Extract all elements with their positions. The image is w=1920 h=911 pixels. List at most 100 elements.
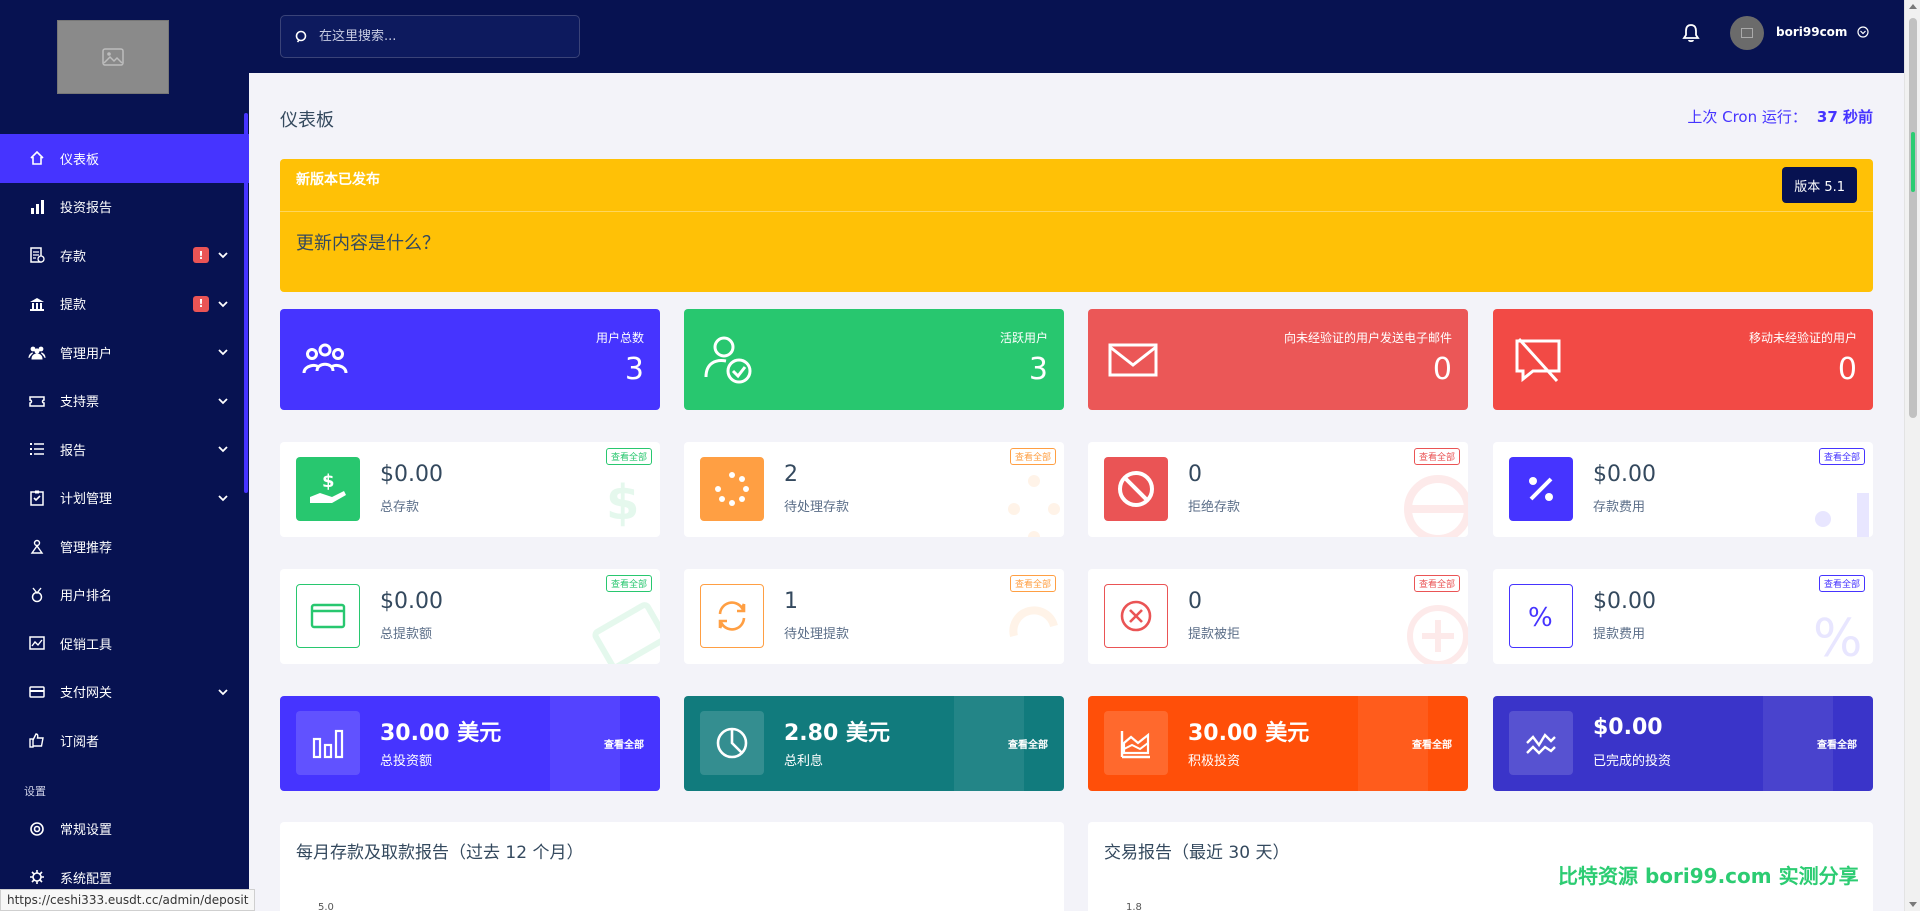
stat-label: 移动未经验证的用户	[1748, 331, 1857, 345]
chevron-down-icon	[218, 349, 228, 356]
sidebar-item-general-settings[interactable]: 常规设置	[0, 805, 249, 854]
image-icon	[1741, 28, 1753, 38]
sidebar-item-promotion-tools[interactable]: 促销工具	[0, 619, 249, 668]
view-all-link[interactable]: 查看全部	[1008, 736, 1048, 751]
sidebar-item-subscribers[interactable]: 订阅者	[0, 716, 249, 765]
percent-icon	[1509, 457, 1573, 521]
widget-value: $0.00	[380, 462, 443, 487]
username[interactable]: bori99com	[1776, 25, 1847, 39]
sidebar-item-referrals[interactable]: 管理推荐	[0, 522, 249, 571]
view-all-link[interactable]: 查看全部	[1818, 575, 1865, 592]
search-box[interactable]	[280, 15, 580, 58]
sidebar-item-investment-report[interactable]: 投资报告	[0, 183, 249, 232]
sidebar-item-manage-users[interactable]: 管理用户	[0, 328, 249, 377]
stat-value: 0	[1432, 352, 1452, 387]
view-all-link[interactable]: 查看全部	[1817, 736, 1857, 751]
stat-label: 向未经验证的用户发送电子邮件	[1283, 331, 1452, 345]
deposit-icon	[28, 246, 46, 264]
gear-icon	[28, 868, 46, 886]
stat-card-total-users[interactable]: 用户总数 3	[280, 309, 660, 410]
stat-card-email-unverified[interactable]: 向未经验证的用户发送电子邮件 0	[1088, 309, 1468, 410]
sidebar-item-support-tickets[interactable]: 支持票	[0, 377, 249, 426]
widget-pending-withdraw: 1 待处理提款 查看全部	[684, 569, 1064, 664]
view-all-link[interactable]: 查看全部	[1413, 448, 1460, 465]
widget-value: 2	[784, 462, 798, 487]
view-all-link[interactable]: 查看全部	[1009, 448, 1056, 465]
banner-divider	[280, 211, 1873, 212]
home-icon	[28, 149, 46, 167]
sidebar-item-label: 计划管理	[60, 492, 113, 508]
logo-image-placeholder[interactable]	[57, 20, 169, 94]
gradient-card-active-invest: 30.00 美元 积极投资 查看全部	[1088, 696, 1468, 791]
credit-card-icon	[28, 683, 46, 701]
widget-label: 总存款	[380, 500, 420, 515]
alert-badge: !	[193, 247, 209, 264]
percent-watermark-icon	[1815, 493, 1869, 537]
topbar: bori99com	[249, 0, 1904, 73]
users-group-icon	[302, 343, 348, 374]
stat-card-active-users[interactable]: 活跃用户 3	[684, 309, 1064, 410]
sidebar-item-label: 投资报告	[60, 201, 113, 217]
sidebar-item-label: 仪表板	[60, 152, 100, 168]
sidebar-item-deposits[interactable]: 存款 !	[0, 231, 249, 280]
widget-total-withdraw: $0.00 总提款额 查看全部	[280, 569, 660, 664]
chevron-down-icon	[218, 301, 228, 308]
ban-icon	[1104, 457, 1168, 521]
view-all-link[interactable]: 查看全部	[1412, 736, 1452, 751]
card-label: 积极投资	[1188, 754, 1241, 769]
avatar[interactable]	[1730, 16, 1764, 50]
scroll-down-arrow-icon[interactable]	[1909, 902, 1917, 907]
ticket-icon	[28, 392, 46, 410]
view-all-link[interactable]: 查看全部	[605, 448, 652, 465]
widget-value: $0.00	[380, 589, 443, 614]
view-all-link[interactable]: 查看全部	[605, 575, 652, 592]
cron-status: 上次 Cron 运行： 37 秒前	[1687, 106, 1873, 127]
credit-card-outline-icon	[296, 584, 360, 648]
sync-watermark-icon	[1009, 606, 1058, 637]
search-input[interactable]	[319, 29, 569, 44]
card-label: 已完成的投资	[1593, 754, 1672, 769]
sidebar: 仪表板 投资报告 存款 ! 提款 ! 管理用户 支持票 报告 计划管理 管理推荐…	[0, 0, 249, 911]
sidebar-item-label: 报告	[60, 443, 87, 459]
widget-label: 存款费用	[1593, 500, 1646, 515]
scroll-indicator	[1911, 132, 1915, 192]
users-icon	[28, 343, 46, 361]
sidebar-item-payment-gateways[interactable]: 支付网关	[0, 668, 249, 717]
sidebar-item-withdrawals[interactable]: 提款 !	[0, 280, 249, 329]
medal-icon	[28, 586, 46, 604]
scroll-thumb[interactable]	[1909, 18, 1917, 418]
stat-label: 活跃用户	[999, 331, 1048, 345]
sidebar-item-plan-management[interactable]: 计划管理	[0, 474, 249, 523]
widget-label: 待处理存款	[784, 500, 850, 515]
chart-pie-icon	[700, 711, 764, 775]
gradient-card-completed-invest: $0.00 已完成的投资 查看全部	[1493, 696, 1873, 791]
widget-label: 总提款额	[380, 627, 433, 642]
sidebar-item-label: 管理用户	[60, 346, 113, 362]
card-value: 30.00 美元	[1188, 721, 1310, 746]
image-icon	[102, 48, 124, 66]
widget-label: 待处理提款	[784, 627, 850, 642]
version-badge[interactable]: 版本 5.1	[1782, 167, 1857, 203]
widget-value: $0.00	[1593, 462, 1656, 487]
view-all-link[interactable]: 查看全部	[1818, 448, 1865, 465]
scroll-up-arrow-icon[interactable]	[1909, 4, 1917, 9]
sidebar-item-reports[interactable]: 报告	[0, 425, 249, 474]
sidebar-item-dashboard[interactable]: 仪表板	[0, 134, 249, 183]
chevron-down-circle-icon[interactable]	[1857, 26, 1869, 38]
view-all-link[interactable]: 查看全部	[1009, 575, 1056, 592]
sidebar-item-user-ranking[interactable]: 用户排名	[0, 571, 249, 620]
gradient-card-total-invest: 30.00 美元 总投资额 查看全部	[280, 696, 660, 791]
stat-card-mobile-unverified[interactable]: 移动未经验证的用户 0	[1493, 309, 1873, 410]
percent-watermark-icon: %	[1813, 609, 1862, 664]
sidebar-item-label: 促销工具	[60, 637, 113, 653]
view-all-link[interactable]: 查看全部	[1413, 575, 1460, 592]
chart-line-icon	[1509, 711, 1573, 775]
card-value: 30.00 美元	[380, 721, 502, 746]
sidebar-item-label: 订阅者	[60, 734, 100, 750]
card-value: $0.00	[1593, 715, 1663, 740]
bell-icon[interactable]	[1681, 22, 1701, 44]
sidebar-item-label: 存款	[60, 249, 87, 265]
page-scrollbar[interactable]	[1904, 0, 1920, 911]
view-all-link[interactable]: 查看全部	[604, 736, 644, 751]
percent-outline-icon: %	[1509, 584, 1573, 648]
